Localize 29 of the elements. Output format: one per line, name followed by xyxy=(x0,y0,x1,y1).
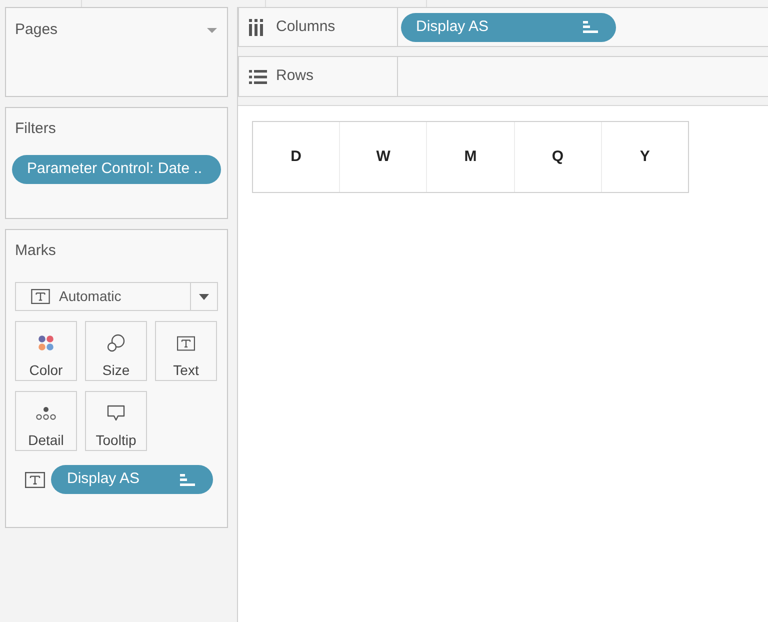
sort-icon xyxy=(180,474,195,486)
text-mark-icon xyxy=(25,472,45,488)
rows-icon xyxy=(249,70,267,84)
color-button[interactable]: Color xyxy=(15,321,77,381)
table-cell: Q xyxy=(514,122,602,192)
panel-title: Pages xyxy=(15,20,58,40)
color-dots-icon xyxy=(38,335,54,351)
size-button[interactable]: Size xyxy=(85,321,147,381)
size-circles-icon xyxy=(107,334,125,352)
table-cell: M xyxy=(427,122,515,192)
sort-icon xyxy=(583,21,598,33)
speech-bubble-icon xyxy=(107,405,125,421)
tooltip-button[interactable]: Tooltip xyxy=(85,391,147,451)
table-cell: D xyxy=(253,122,340,192)
detail-button[interactable]: Detail xyxy=(15,391,77,451)
panel-title: Marks xyxy=(15,241,56,261)
detail-dots-icon xyxy=(36,406,56,420)
text-mark-icon xyxy=(177,336,195,350)
table-cell-text: Y xyxy=(638,146,651,167)
panel-title: Filters xyxy=(14,119,56,139)
mark-type-dropdown[interactable]: Automatic xyxy=(15,282,218,311)
dropdown-caret-icon[interactable] xyxy=(207,28,217,33)
shelf-label: Rows xyxy=(276,66,314,86)
table-cell: W xyxy=(340,122,428,192)
columns-icon xyxy=(249,18,263,36)
text-button[interactable]: Text xyxy=(155,321,217,381)
shelf-label: Columns xyxy=(276,16,336,37)
dropdown-caret-icon xyxy=(199,294,209,300)
text-mark-icon xyxy=(31,289,50,304)
